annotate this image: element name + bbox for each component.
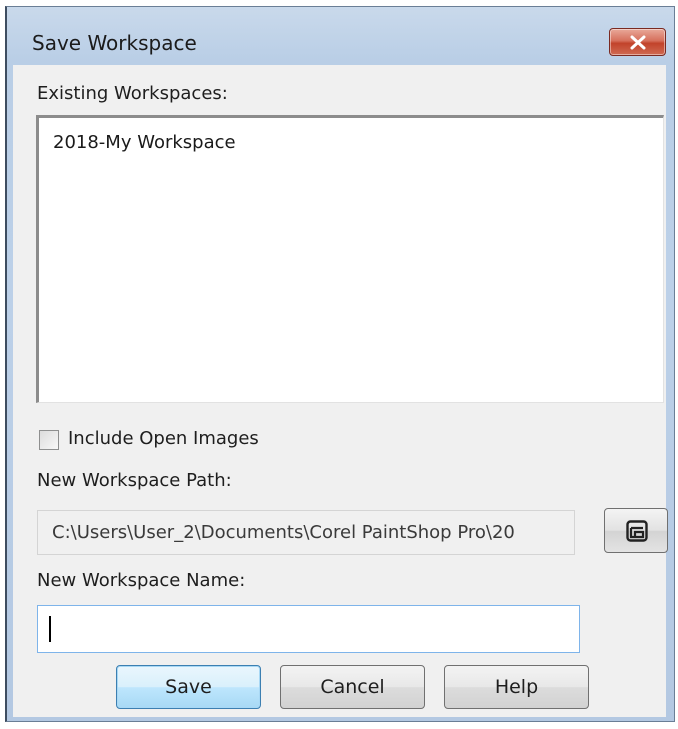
close-icon xyxy=(630,35,646,50)
include-open-images-checkbox[interactable] xyxy=(39,430,59,450)
help-button[interactable]: Help xyxy=(444,665,589,709)
workspace-path-field: C:\Users\User_2\Documents\Corel PaintSho… xyxy=(37,510,575,555)
dialog-title: Save Workspace xyxy=(32,31,197,55)
workspace-name-input[interactable] xyxy=(37,605,580,653)
list-item[interactable]: 2018-My Workspace xyxy=(53,132,236,153)
include-open-images-label[interactable]: Include Open Images xyxy=(68,428,259,449)
close-button[interactable] xyxy=(609,28,666,56)
dialog-client-area: Existing Workspaces: 2018-My Workspace I… xyxy=(13,65,668,717)
cancel-button[interactable]: Cancel xyxy=(280,665,425,709)
save-button[interactable]: Save xyxy=(116,665,261,709)
new-workspace-name-label: New Workspace Name: xyxy=(37,570,246,591)
browse-folder-icon xyxy=(626,520,648,542)
browse-path-button[interactable] xyxy=(604,508,668,553)
workspace-path-value: C:\Users\User_2\Documents\Corel PaintSho… xyxy=(52,522,515,543)
existing-workspaces-list[interactable]: 2018-My Workspace xyxy=(36,115,664,403)
title-bar[interactable]: Save Workspace xyxy=(7,7,674,65)
existing-workspaces-label: Existing Workspaces: xyxy=(37,83,228,104)
new-workspace-path-label: New Workspace Path: xyxy=(37,470,232,491)
save-workspace-dialog: Save Workspace Existing Workspaces: 2018… xyxy=(5,6,675,722)
text-caret xyxy=(49,616,51,642)
